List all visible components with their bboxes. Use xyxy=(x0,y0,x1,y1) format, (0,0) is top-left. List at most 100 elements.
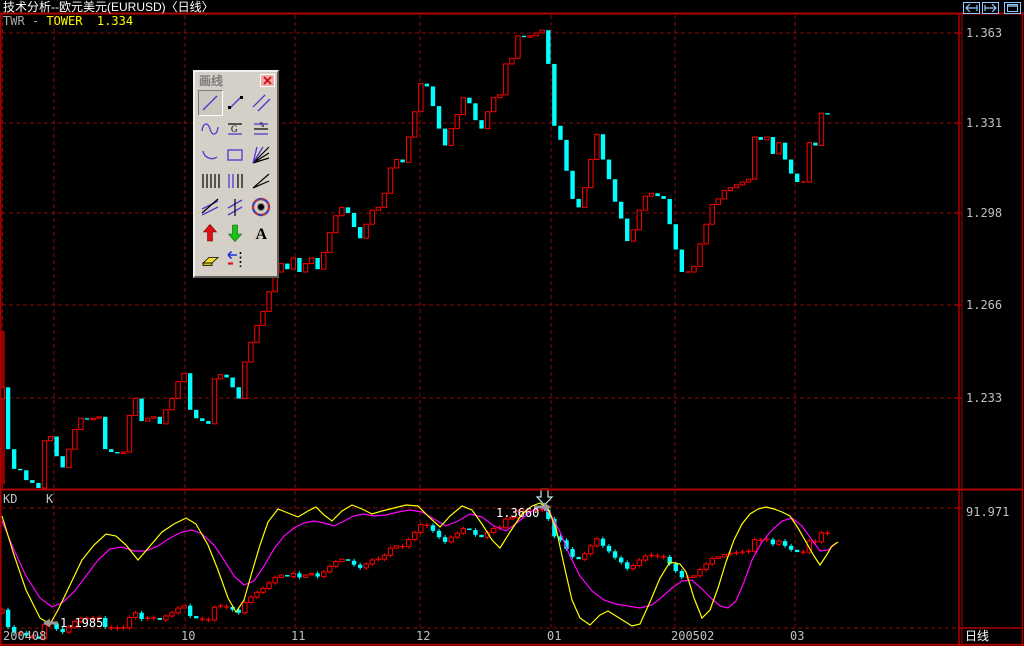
tool-eraser-icon[interactable] xyxy=(198,246,223,272)
tower-bar xyxy=(552,64,556,126)
mini-candle xyxy=(431,525,435,531)
indicator-name-value: TOWER 1.334 xyxy=(46,14,133,28)
mini-candle xyxy=(133,613,137,618)
tower-bar xyxy=(734,185,738,188)
tower-bar xyxy=(583,188,587,208)
tool-vertical-grid-lines-2-icon[interactable] xyxy=(223,168,248,194)
close-icon[interactable] xyxy=(260,74,275,87)
tool-up-arrow-icon[interactable] xyxy=(198,220,223,246)
tower-bar xyxy=(746,179,750,182)
mini-candle xyxy=(631,566,635,569)
tower-bar xyxy=(643,196,647,210)
tower-bar xyxy=(67,449,71,467)
tool-angle-lines-icon[interactable] xyxy=(249,168,274,194)
drawline-toolbar-titlebar[interactable]: 画线 xyxy=(195,72,277,89)
mini-candle xyxy=(789,546,793,550)
mini-candle xyxy=(291,573,295,576)
tower-bar xyxy=(789,160,793,174)
tower-bar xyxy=(795,174,799,182)
tool-parallel-channel-icon[interactable] xyxy=(223,194,248,220)
tower-bar xyxy=(473,103,477,120)
tower-bar xyxy=(589,160,593,188)
price-axis-label: 1.266 xyxy=(966,299,1002,312)
mini-candle xyxy=(680,571,684,577)
mini-candle xyxy=(625,562,629,568)
tower-bar xyxy=(97,417,101,418)
tool-percent-lines-icon[interactable]: % xyxy=(249,116,274,142)
tower-bar xyxy=(394,160,398,168)
tool-rectangle-icon[interactable] xyxy=(223,142,248,168)
tower-bar xyxy=(261,311,265,325)
mini-candle xyxy=(382,555,386,559)
maximize-icon xyxy=(1007,4,1018,12)
mini-candle xyxy=(303,575,307,577)
tower-bar xyxy=(328,233,332,253)
mini-candle xyxy=(103,618,107,627)
tower-bar xyxy=(613,179,617,201)
mini-candle xyxy=(643,556,647,560)
price-axis-label: 1.298 xyxy=(966,207,1002,220)
app-window: 技术分析--欧元美元(EURUSD)〈日线〉 TWR - TOWER 1.334… xyxy=(0,0,1024,646)
tower-bar xyxy=(564,140,568,171)
mini-candle xyxy=(164,616,168,620)
tool-golden-section-lines-icon[interactable]: G xyxy=(223,116,248,142)
tower-bar xyxy=(182,373,186,381)
high-annotation: 1.3660 xyxy=(496,507,539,520)
drawline-toolbar[interactable]: 画线 G% A xyxy=(193,70,279,278)
mini-candle xyxy=(352,561,356,565)
tool-parallel-lines-icon[interactable] xyxy=(249,90,274,116)
tower-bar xyxy=(522,36,526,37)
tool-down-arrow-icon[interactable] xyxy=(223,220,248,246)
chart-canvas[interactable] xyxy=(0,0,1024,646)
tower-bar xyxy=(601,134,605,159)
mini-candle xyxy=(358,565,362,568)
tower-bar xyxy=(752,137,756,179)
tower-bar xyxy=(309,258,313,264)
tool-trendline-icon[interactable] xyxy=(198,90,223,116)
mini-candle xyxy=(583,554,587,560)
mini-candle xyxy=(267,583,271,589)
tower-bar xyxy=(340,207,344,215)
price-axis-label: 1.233 xyxy=(966,392,1002,405)
tower-bar xyxy=(91,418,95,419)
scroll-left-button[interactable] xyxy=(963,2,980,14)
tower-bar xyxy=(61,456,65,467)
mini-candle xyxy=(127,618,131,628)
tool-cycle-circle-icon[interactable] xyxy=(249,194,274,220)
tower-bar xyxy=(30,480,34,483)
tower-bar xyxy=(698,244,702,266)
mini-candle xyxy=(285,575,289,577)
tool-regression-channel-icon[interactable] xyxy=(198,194,223,220)
tower-bar xyxy=(85,418,89,419)
tower-bar xyxy=(419,84,423,112)
maximize-button[interactable] xyxy=(1004,2,1021,14)
tower-bar xyxy=(127,415,131,452)
mini-candle xyxy=(249,597,253,603)
tool-measure-line-icon[interactable] xyxy=(223,246,248,272)
mini-candle xyxy=(328,566,332,572)
mini-candle xyxy=(619,558,623,563)
tower-bar xyxy=(710,205,714,225)
tower-bar xyxy=(315,258,319,269)
time-axis-label: 01 xyxy=(547,630,561,643)
tower-bar xyxy=(570,171,574,199)
mini-candle xyxy=(176,608,180,613)
arrow-right-icon xyxy=(984,4,997,12)
mini-candle xyxy=(722,554,726,556)
tool-text-label-icon[interactable]: A xyxy=(249,220,274,246)
tower-bar xyxy=(370,210,374,224)
mini-candle xyxy=(255,592,259,597)
tool-vertical-grid-lines-icon[interactable] xyxy=(198,168,223,194)
indicator-label: TWR - TOWER 1.334 xyxy=(3,15,133,28)
tower-bar xyxy=(674,224,678,249)
tool-line-segment-icon[interactable] xyxy=(223,90,248,116)
time-axis-label: 200502 xyxy=(671,630,714,643)
scroll-right-button[interactable] xyxy=(982,2,999,14)
mini-candle xyxy=(6,610,10,627)
tool-arc-icon[interactable] xyxy=(198,142,223,168)
tool-gann-fan-icon[interactable] xyxy=(249,142,274,168)
mini-candle xyxy=(716,557,720,559)
mini-candle xyxy=(309,573,313,575)
tool-wave-curve-icon[interactable] xyxy=(198,116,223,142)
tower-bar xyxy=(206,421,210,424)
